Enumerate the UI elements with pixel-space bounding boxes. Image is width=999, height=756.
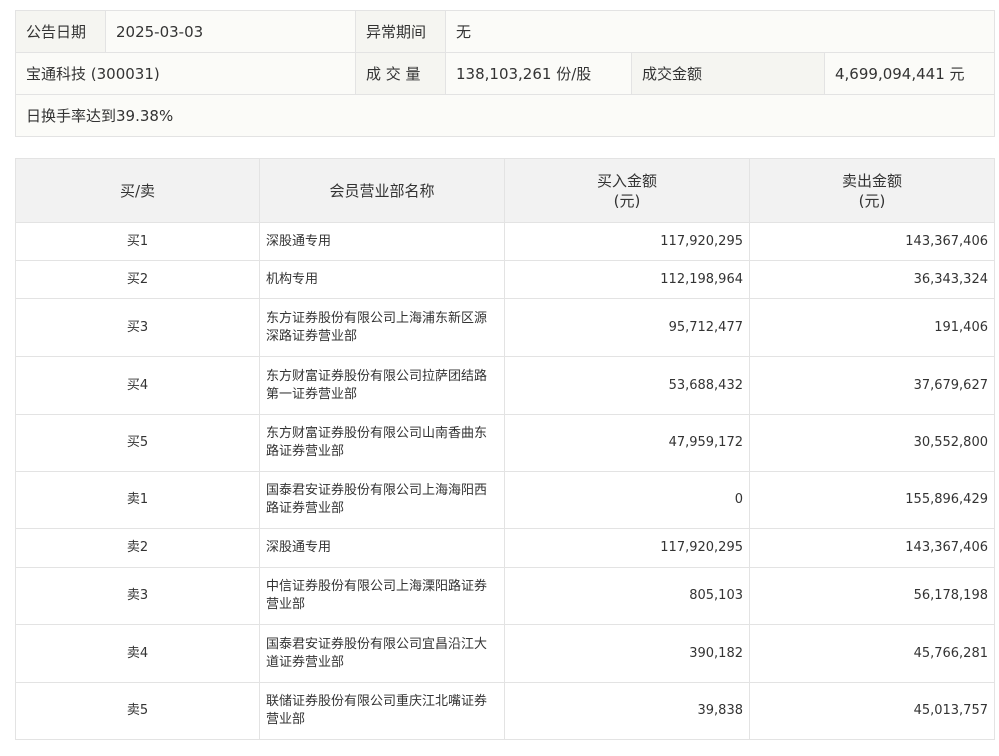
side-cell: 卖3 (15, 567, 260, 625)
side-cell: 卖4 (15, 624, 260, 683)
trading-seats-table: 买/卖 会员营业部名称 买入金额 (元) 卖出金额 (元) 买1 深股通专用 1… (15, 158, 995, 740)
announcement-info-table: 公告日期 2025-03-03 异常期间 无 宝通科技 (300031) 成 交… (14, 10, 996, 137)
table-row: 买4 东方财富证券股份有限公司拉萨团结路第一证券营业部 53,688,432 3… (15, 356, 995, 415)
announce-date-label: 公告日期 (15, 10, 106, 53)
table-row: 卖2 深股通专用 117,920,295 143,367,406 (15, 528, 995, 568)
branch-cell: 东方财富证券股份有限公司拉萨团结路第一证券营业部 (259, 356, 505, 415)
branch-cell: 深股通专用 (259, 222, 505, 261)
sell-amount-cell: 56,178,198 (749, 567, 995, 625)
side-cell: 卖1 (15, 471, 260, 529)
volume-label: 成 交 量 (355, 52, 446, 95)
buy-amount-unit: (元) (613, 191, 641, 210)
info-row-trading: 宝通科技 (300031) 成 交 量 138,103,261 份/股 成交金额… (15, 52, 996, 95)
sell-amount-cell: 37,679,627 (749, 356, 995, 415)
sell-amount-unit: (元) (858, 191, 886, 210)
buy-amount-header: 买入金额 (元) (504, 158, 750, 223)
sell-amount-cell: 30,552,800 (749, 414, 995, 472)
branch-cell: 东方财富证券股份有限公司山南香曲东路证券营业部 (259, 414, 505, 472)
buy-amount-header-text: 买入金额 (596, 171, 657, 190)
side-cell: 买5 (15, 414, 260, 472)
branch-cell: 国泰君安证券股份有限公司宜昌沿江大道证券营业部 (259, 624, 505, 683)
sell-amount-cell: 36,343,324 (749, 260, 995, 299)
listing-reason: 日换手率达到39.38% (14, 94, 996, 137)
buy-amount-cell: 117,920,295 (504, 528, 750, 568)
branch-cell: 深股通专用 (259, 528, 505, 568)
buy-amount-cell: 95,712,477 (504, 298, 750, 357)
sell-amount-header: 卖出金额 (元) (749, 158, 995, 223)
side-cell: 买3 (15, 298, 260, 357)
table-row: 买3 东方证券股份有限公司上海浦东新区源深路证券营业部 95,712,477 1… (15, 298, 995, 357)
sell-amount-cell: 155,896,429 (749, 471, 995, 529)
stock-name: 宝通科技 (300031) (15, 52, 356, 95)
side-cell: 卖2 (15, 528, 260, 568)
sell-amount-cell: 45,766,281 (749, 624, 995, 683)
sell-amount-cell: 143,367,406 (749, 528, 995, 568)
info-row-reason: 日换手率达到39.38% (14, 94, 996, 137)
abnormal-period-value: 无 (444, 10, 996, 53)
page: 公告日期 2025-03-03 异常期间 无 宝通科技 (300031) 成 交… (0, 0, 999, 756)
abnormal-period-label: 异常期间 (355, 10, 446, 53)
sell-amount-cell: 191,406 (749, 298, 995, 357)
buy-amount-cell: 53,688,432 (504, 356, 750, 415)
buy-amount-cell: 112,198,964 (504, 260, 750, 299)
sell-amount-header-text: 卖出金额 (841, 171, 902, 190)
side-cell: 卖5 (15, 682, 260, 740)
buy-amount-cell: 805,103 (504, 567, 750, 625)
branch-header: 会员营业部名称 (259, 158, 505, 223)
table-row: 买1 深股通专用 117,920,295 143,367,406 (15, 222, 995, 261)
table-header-row: 买/卖 会员营业部名称 买入金额 (元) 卖出金额 (元) (15, 158, 995, 223)
volume-value: 138,103,261 份/股 (445, 52, 632, 95)
buy-amount-cell: 390,182 (504, 624, 750, 683)
table-row: 买2 机构专用 112,198,964 36,343,324 (15, 260, 995, 299)
branch-cell: 东方证券股份有限公司上海浦东新区源深路证券营业部 (259, 298, 505, 357)
info-row-date: 公告日期 2025-03-03 异常期间 无 (15, 10, 996, 53)
branch-cell: 机构专用 (259, 260, 505, 299)
buy-amount-cell: 39,838 (504, 682, 750, 740)
side-cell: 买2 (15, 260, 260, 299)
table-row: 卖1 国泰君安证券股份有限公司上海海阳西路证券营业部 0 155,896,429 (15, 471, 995, 529)
table-row: 买5 东方财富证券股份有限公司山南香曲东路证券营业部 47,959,172 30… (15, 414, 995, 472)
buy-amount-cell: 47,959,172 (504, 414, 750, 472)
side-header: 买/卖 (15, 158, 260, 223)
buy-amount-cell: 117,920,295 (504, 222, 750, 261)
turnover-label: 成交金额 (631, 52, 825, 95)
sell-amount-cell: 143,367,406 (749, 222, 995, 261)
branch-cell: 中信证券股份有限公司上海溧阳路证券营业部 (259, 567, 505, 625)
table-row: 卖4 国泰君安证券股份有限公司宜昌沿江大道证券营业部 390,182 45,76… (15, 624, 995, 683)
side-cell: 买4 (15, 356, 260, 415)
turnover-value: 4,699,094,441 元 (823, 52, 996, 95)
announce-date-value: 2025-03-03 (105, 10, 356, 53)
side-cell: 买1 (15, 222, 260, 261)
table-row: 卖3 中信证券股份有限公司上海溧阳路证券营业部 805,103 56,178,1… (15, 567, 995, 625)
branch-cell: 国泰君安证券股份有限公司上海海阳西路证券营业部 (259, 471, 505, 529)
table-row: 卖5 联储证券股份有限公司重庆江北嘴证券营业部 39,838 45,013,75… (15, 682, 995, 740)
buy-amount-cell: 0 (504, 471, 750, 529)
branch-cell: 联储证券股份有限公司重庆江北嘴证券营业部 (259, 682, 505, 740)
sell-amount-cell: 45,013,757 (749, 682, 995, 740)
